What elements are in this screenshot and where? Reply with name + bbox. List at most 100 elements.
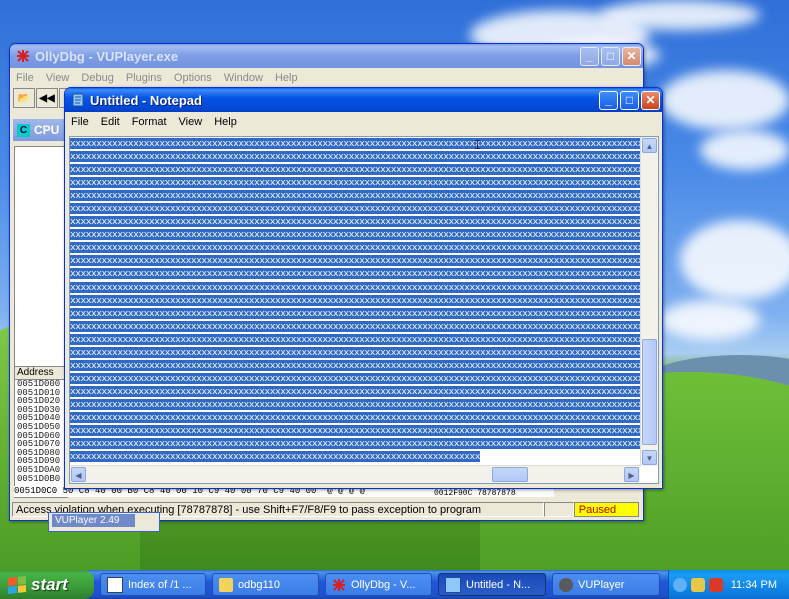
menu-help[interactable]: Help <box>208 116 243 128</box>
menu-format[interactable]: Format <box>126 116 173 128</box>
selected-text: xxxxxxxxxxxxxxxxxxxxxxxxxxxxxxxxxxxxxxxx… <box>70 346 640 358</box>
notepad-menubar: File Edit Format View Help <box>65 112 662 131</box>
maximize-button[interactable]: □ <box>620 90 639 110</box>
scroll-right-button[interactable]: ▶ <box>624 467 639 482</box>
stack-row: 0012F90C 78787878 <box>434 489 516 498</box>
task-label: OllyDbg - V... <box>351 578 416 591</box>
task-browser[interactable]: Index of /1 ... <box>100 573 206 596</box>
text-line: xxxxxxxxxxxxxxxxxxxxxxxxxxxxxxxxxxxxxxxx… <box>70 424 640 437</box>
selected-text: xxxxxxxxxxxxxxxxxxxxxxxxxxxxxxxxxxxxxxxx… <box>70 411 640 423</box>
text-content[interactable]: xxxxxxxxxxxxxxxxxxxxxxxxxxxxxxxxxxxxxxxx… <box>70 137 640 466</box>
selected-text: xxxxxxxxxxxxxxxxxxxxxxxxxxxxxxxxxxxxxxxx… <box>70 151 640 163</box>
text-line: xxxxxxxxxxxxxxxxxxxxxxxxxxxxxxxxxxxxxxxx… <box>70 411 640 424</box>
task-label: Index of /1 ... <box>128 578 192 591</box>
text-line: xxxxxxxxxxxxxxxxxxxxxxxxxxxxxxxxxxxxxxxx… <box>70 228 640 241</box>
text-line: xxxxxxxxxxxxxxxxxxxxxxxxxxxxxxxxxxxxxxxx… <box>70 437 640 450</box>
horizontal-scrollbar[interactable]: ◀ ▶ <box>70 465 640 483</box>
cpu-label: CPU <box>34 123 60 137</box>
close-button[interactable]: ✕ <box>622 46 641 66</box>
selected-text: xxxxxxxxxxxxxxxxxxxxxxxxxxxxxxxxxxxxxxxx… <box>70 229 640 241</box>
vertical-scrollbar[interactable]: ▲ ▼ <box>640 137 658 466</box>
scroll-up-button[interactable]: ▲ <box>642 138 657 153</box>
task-vuplayer[interactable]: VUPlayer <box>552 573 660 596</box>
menu-view[interactable]: View <box>173 116 209 128</box>
menu-window[interactable]: Window <box>218 72 269 84</box>
close-button[interactable]: ✕ <box>641 90 660 110</box>
horizontal-scroll-thumb[interactable] <box>492 467 528 482</box>
menu-edit[interactable]: Edit <box>95 116 126 128</box>
tray-expand-icon[interactable] <box>673 577 687 592</box>
task-folder[interactable]: odbg110 <box>212 573 319 596</box>
open-icon[interactable]: 📂 <box>13 88 35 108</box>
maximize-button[interactable]: □ <box>601 46 620 66</box>
bug-icon <box>333 578 345 591</box>
notepad-icon <box>445 576 461 593</box>
status-badge: Paused <box>573 502 639 517</box>
menu-plugins[interactable]: Plugins <box>120 72 168 84</box>
selected-text: xxxxxxxxxxxxxxxxxxxxxxxxxxxxxxxxxxxxxxxx… <box>70 281 640 293</box>
ollydbg-titlebar[interactable]: OllyDbg - VUPlayer.exe _ □ ✕ <box>10 44 643 68</box>
security-shield-icon[interactable] <box>709 577 723 592</box>
vertical-scroll-thumb[interactable] <box>642 339 657 445</box>
clock[interactable]: 11:34 PM <box>731 579 777 591</box>
selected-text: xxxxxxxxxxxxxxxxxxxxxxxxxxxxxxxxxxxxxxxx… <box>70 320 640 332</box>
minimize-button[interactable]: _ <box>599 90 618 110</box>
restart-icon[interactable]: ◀◀ <box>36 88 58 108</box>
task-notepad[interactable]: Untitled - N... <box>438 573 546 596</box>
text-line: xxxxxxxxxxxxxxxxxxxxxxxxxxxxxxxxxxxxxxxx… <box>70 359 640 372</box>
network-icon[interactable] <box>691 577 705 592</box>
selected-text: xxxxxxxxxxxxxxxxxxxxxxxxxxxxxxxxxxxxxxxx… <box>70 372 640 384</box>
text-line: xxxxxxxxxxxxxxxxxxxxxxxxxxxxxxxxxxxxxxxx… <box>70 137 640 150</box>
browser-icon <box>107 576 123 593</box>
disassembly-pane[interactable] <box>14 146 68 368</box>
ollydbg-title: OllyDbg - VUPlayer.exe <box>35 48 179 64</box>
menu-options[interactable]: Options <box>168 72 218 84</box>
address-list: 0051D000 0051D010 0051D020 0051D030 0051D040… <box>15 380 67 483</box>
selected-text: xxxxxxxxxxxxxxxxxxxxxxxxxxxxxxxxxxxxxxxx… <box>70 164 640 176</box>
minimize-button[interactable]: _ <box>580 46 599 66</box>
start-button[interactable]: start <box>0 570 94 599</box>
cpu-icon: C <box>17 123 30 137</box>
address-row: 0051D0B0 <box>17 473 61 484</box>
selected-text: xxxxxxxxxxxxxxxxxxxxxxxxxxxxxxxxxxxxxxxx… <box>70 242 640 254</box>
text-line: xxxxxxxxxxxxxxxxxxxxxxxxxxxxxxxxxxxxxxxx… <box>70 254 640 267</box>
windows-logo-icon <box>8 575 26 594</box>
selected-text: xxxxxxxxxxxxxxxxxxxxxxxxxxxxxxxxxxxxxxxx… <box>70 398 640 410</box>
selected-text: xxxxxxxxxxxxxxxxxxxxxxxxxxxxxxxxxxxxxxxx… <box>70 438 640 450</box>
text-cursor-icon: 𝙸 <box>473 137 483 152</box>
dump-pane[interactable]: Address 0051D000 0051D010 0051D020 0051D030… <box>14 366 68 498</box>
selected-text: xxxxxxxxxxxxxxxxxxxxxxxxxxxxxxxxxxxxxxxx… <box>70 451 481 463</box>
selected-text: xxxxxxxxxxxxxxxxxxxxxxxxxxxxxxxxxxxxxxxx… <box>70 216 640 228</box>
notepad-title: Untitled - Notepad <box>90 92 202 108</box>
bug-icon <box>17 50 29 62</box>
selected-text: xxxxxxxxxxxxxxxxxxxxxxxxxxxxxxxxxxxxxxxx… <box>70 268 640 280</box>
text-line: xxxxxxxxxxxxxxxxxxxxxxxxxxxxxxxxxxxxxxxx… <box>70 150 640 163</box>
text-line: xxxxxxxxxxxxxxxxxxxxxxxxxxxxxxxxxxxxxxxx… <box>70 372 640 385</box>
taskbar: start Index of /1 ... odbg110 OllyDbg - … <box>0 570 789 599</box>
selected-text: xxxxxxxxxxxxxxxxxxxxxxxxxxxxxxxxxxxxxxxx… <box>70 255 640 267</box>
cpu-window-title[interactable]: C CPU <box>13 119 68 141</box>
background-window-label: VUPlayer 2.49 <box>52 514 135 527</box>
notepad-titlebar[interactable]: Untitled - Notepad _ □ ✕ <box>65 88 662 112</box>
task-label: odbg110 <box>238 578 281 591</box>
text-line: xxxxxxxxxxxxxxxxxxxxxxxxxxxxxxxxxxxxxxxx… <box>70 346 640 359</box>
menu-file[interactable]: File <box>65 116 95 128</box>
notepad-icon <box>72 93 84 107</box>
scroll-down-button[interactable]: ▼ <box>642 450 657 465</box>
text-line: xxxxxxxxxxxxxxxxxxxxxxxxxxxxxxxxxxxxxxxx… <box>70 163 640 176</box>
text-line: xxxxxxxxxxxxxxxxxxxxxxxxxxxxxxxxxxxxxxxx… <box>70 281 640 294</box>
scroll-left-button[interactable]: ◀ <box>71 467 86 482</box>
text-line: xxxxxxxxxxxxxxxxxxxxxxxxxxxxxxxxxxxxxxxx… <box>70 241 640 254</box>
task-ollydbg[interactable]: OllyDbg - V... <box>325 573 432 596</box>
menu-help[interactable]: Help <box>269 72 304 84</box>
selected-text: xxxxxxxxxxxxxxxxxxxxxxxxxxxxxxxxxxxxxxxx… <box>70 138 640 149</box>
selected-text: xxxxxxxxxxxxxxxxxxxxxxxxxxxxxxxxxxxxxxxx… <box>70 177 640 189</box>
text-line: xxxxxxxxxxxxxxxxxxxxxxxxxxxxxxxxxxxxxxxx… <box>70 333 640 346</box>
selected-text: xxxxxxxxxxxxxxxxxxxxxxxxxxxxxxxxxxxxxxxx… <box>70 385 640 397</box>
menu-file[interactable]: File <box>10 72 40 84</box>
menu-debug[interactable]: Debug <box>75 72 119 84</box>
notepad-window[interactable]: Untitled - Notepad _ □ ✕ File Edit Forma… <box>64 87 663 489</box>
text-area[interactable]: xxxxxxxxxxxxxxxxxxxxxxxxxxxxxxxxxxxxxxxx… <box>69 136 659 484</box>
menu-view[interactable]: View <box>40 72 76 84</box>
folder-icon <box>219 577 233 592</box>
